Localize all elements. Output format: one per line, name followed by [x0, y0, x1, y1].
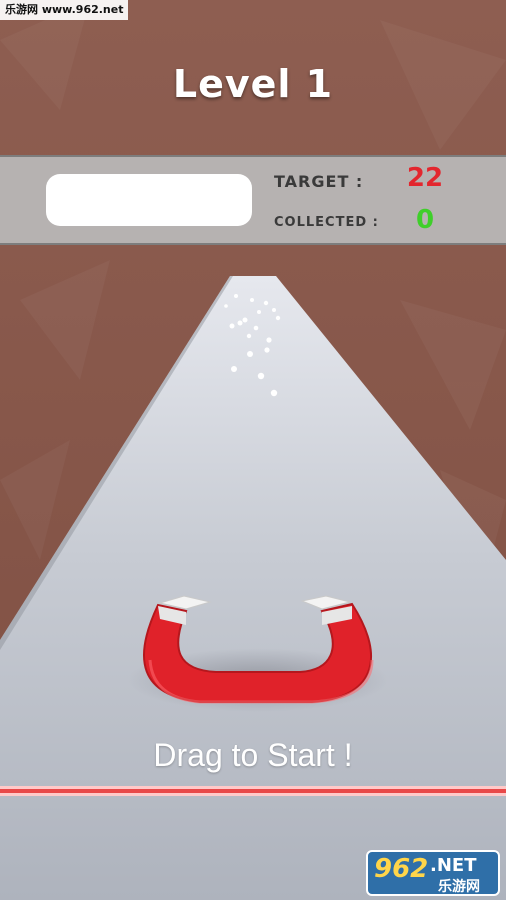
hud-panel: TARGET : 22 COLLECTED : 0: [0, 155, 506, 245]
drag-to-start-prompt: Drag to Start !: [153, 737, 353, 773]
progress-bar: [46, 174, 252, 226]
target-value: 22: [406, 163, 444, 193]
logo-brand: 962: [374, 854, 429, 884]
finish-line-core: [0, 789, 506, 793]
collected-label: COLLECTED :: [274, 215, 379, 230]
target-label: TARGET :: [274, 172, 364, 191]
watermark: 乐游网 www.962.net: [0, 0, 129, 20]
logo-name: 乐游网: [438, 879, 480, 895]
logo-suffix: .NET: [430, 855, 477, 876]
level-title: Level 1: [172, 62, 334, 106]
collected-value: 0: [415, 205, 435, 235]
site-logo: 962 .NET 乐游网: [366, 850, 500, 896]
